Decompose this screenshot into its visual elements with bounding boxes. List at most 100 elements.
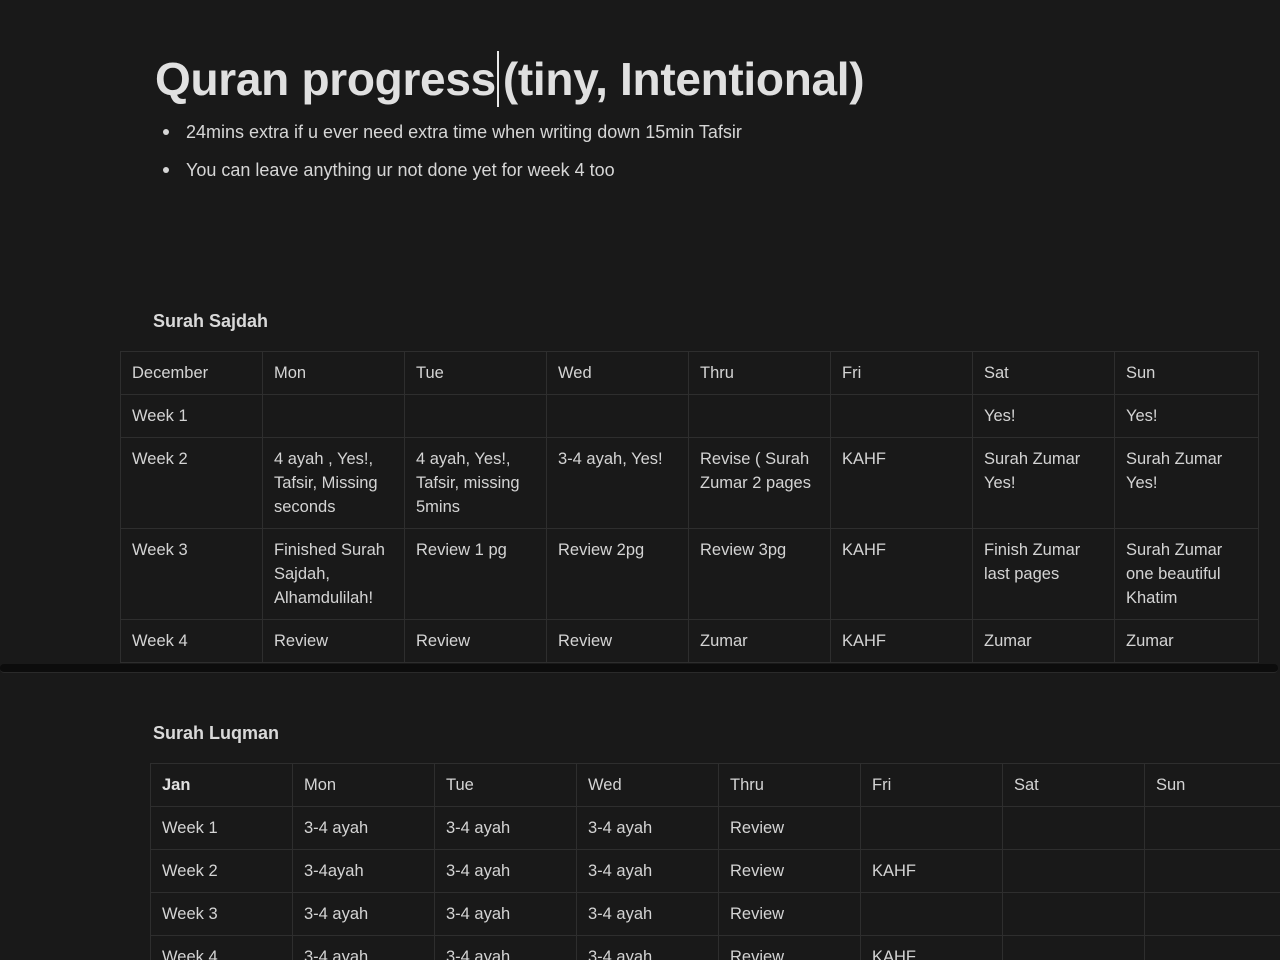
table-cell[interactable]: 3-4 ayah xyxy=(292,892,435,936)
table-cell[interactable]: 3-4 ayah xyxy=(292,806,435,850)
page-title-part2[interactable]: (tiny, Intentional) xyxy=(503,53,865,105)
table-header-cell[interactable]: Tue xyxy=(404,351,547,395)
week-label-cell[interactable]: Week 4 xyxy=(150,935,293,960)
table-cell[interactable] xyxy=(546,394,689,438)
week-label-cell[interactable]: Week 2 xyxy=(120,437,263,529)
table-cell[interactable]: Review 1 pg xyxy=(404,528,547,620)
table-cell[interactable]: 3-4 ayah, Yes! xyxy=(546,437,689,529)
table-cell[interactable] xyxy=(860,892,1003,936)
section-title-sajdah[interactable]: Surah Sajdah xyxy=(153,311,268,332)
table-header-cell[interactable]: Wed xyxy=(576,763,719,807)
table-cell[interactable]: Zumar xyxy=(972,619,1115,663)
table-cell[interactable] xyxy=(1144,849,1280,893)
section-title-luqman[interactable]: Surah Luqman xyxy=(153,723,279,744)
week-label-cell[interactable]: Week 1 xyxy=(120,394,263,438)
table-cell[interactable]: Review xyxy=(404,619,547,663)
table-row: Week 3 Finished Surah Sajdah, Alhamdulila… xyxy=(120,528,1259,620)
table-header-cell[interactable]: Mon xyxy=(262,351,405,395)
table-cell[interactable]: 4 ayah , Yes!, Tafsir, Missing seconds xyxy=(262,437,405,529)
bullet-text: 24mins extra if u ever need extra time w… xyxy=(186,122,742,142)
table-cell[interactable]: Review xyxy=(718,806,861,850)
table-cell[interactable]: KAHF xyxy=(860,935,1003,960)
table-row: Week 2 3-4ayah 3-4 ayah 3-4 ayah Review KAHF xyxy=(150,849,1280,893)
table-cell[interactable]: KAHF xyxy=(830,528,973,620)
table-cell[interactable] xyxy=(262,394,405,438)
table-cell[interactable]: Review xyxy=(262,619,405,663)
table-header-cell[interactable]: December xyxy=(120,351,263,395)
table-header-cell[interactable]: Fri xyxy=(830,351,973,395)
table-header-cell[interactable]: Tue xyxy=(434,763,577,807)
table-cell[interactable]: Review xyxy=(718,849,861,893)
table-cell[interactable]: Zumar xyxy=(688,619,831,663)
bullet-item[interactable]: You can leave anything ur not done yet f… xyxy=(160,156,742,184)
table-cell[interactable]: Review 3pg xyxy=(688,528,831,620)
week-label-cell[interactable]: Week 2 xyxy=(150,849,293,893)
table-cell[interactable] xyxy=(830,394,973,438)
week-label-cell[interactable]: Week 3 xyxy=(120,528,263,620)
table-cell[interactable]: Zumar xyxy=(1114,619,1259,663)
table-cell[interactable]: 3-4 ayah xyxy=(576,935,719,960)
table-header-cell[interactable]: Sat xyxy=(1002,763,1145,807)
table-cell[interactable]: Review xyxy=(718,892,861,936)
table-cell[interactable]: 3-4 ayah xyxy=(434,806,577,850)
week-label-cell[interactable]: Week 3 xyxy=(150,892,293,936)
text-cursor xyxy=(496,51,499,107)
scrollbar-divider[interactable] xyxy=(0,664,1278,673)
table-cell[interactable]: Surah Zumar Yes! xyxy=(1114,437,1259,529)
table-row: Week 3 3-4 ayah 3-4 ayah 3-4 ayah Review xyxy=(150,892,1280,936)
table-header-cell[interactable]: Jan xyxy=(150,763,293,807)
table-header-cell[interactable]: Sun xyxy=(1114,351,1259,395)
table-cell[interactable]: Yes! xyxy=(1114,394,1259,438)
table-cell[interactable]: KAHF xyxy=(830,619,973,663)
table-cell[interactable] xyxy=(1144,935,1280,960)
table-cell[interactable]: KAHF xyxy=(860,849,1003,893)
table-cell[interactable] xyxy=(1002,935,1145,960)
table-cell[interactable]: Review xyxy=(718,935,861,960)
table-header-cell[interactable]: Thru xyxy=(718,763,861,807)
table-cell[interactable]: 4 ayah, Yes!, Tafsir, missing 5mins xyxy=(404,437,547,529)
table-row: Week 1 Yes! Yes! xyxy=(120,394,1259,438)
table-cell[interactable]: 3-4 ayah xyxy=(576,892,719,936)
sajdah-table-body: December Mon Tue Wed Thru Fri Sat Sun Week 1 Yes!… xyxy=(120,351,1259,663)
table-header-cell[interactable]: Mon xyxy=(292,763,435,807)
table-cell[interactable]: 3-4 ayah xyxy=(292,935,435,960)
page-title[interactable]: Quran progress (tiny, Intentional) xyxy=(155,50,865,108)
week-label-cell[interactable]: Week 4 xyxy=(120,619,263,663)
table-cell[interactable]: Revise ( Surah Zumar 2 pages xyxy=(688,437,831,529)
table-cell[interactable]: 3-4 ayah xyxy=(434,935,577,960)
table-row: Week 1 3-4 ayah 3-4 ayah 3-4 ayah Review xyxy=(150,806,1280,850)
table-cell[interactable]: Finish Zumar last pages xyxy=(972,528,1115,620)
sajdah-table: December Mon Tue Wed Thru Fri Sat Sun Week 1 Yes!… xyxy=(120,351,1259,663)
table-cell[interactable] xyxy=(1002,806,1145,850)
table-cell[interactable]: 3-4ayah xyxy=(292,849,435,893)
table-cell[interactable]: Finished Surah Sajdah, Alhamdulilah! xyxy=(262,528,405,620)
table-header-cell[interactable]: Sun xyxy=(1144,763,1280,807)
table-cell[interactable] xyxy=(1002,892,1145,936)
table-cell[interactable]: 3-4 ayah xyxy=(576,849,719,893)
table-cell[interactable] xyxy=(1002,849,1145,893)
table-cell[interactable]: 3-4 ayah xyxy=(434,849,577,893)
table-cell[interactable] xyxy=(1144,806,1280,850)
table-header-cell[interactable]: Sat xyxy=(972,351,1115,395)
table-cell[interactable]: Review 2pg xyxy=(546,528,689,620)
bullet-item[interactable]: 24mins extra if u ever need extra time w… xyxy=(160,118,742,146)
table-header-cell[interactable]: Fri xyxy=(860,763,1003,807)
table-cell[interactable] xyxy=(860,806,1003,850)
table-cell[interactable]: Review xyxy=(546,619,689,663)
table-cell[interactable]: Yes! xyxy=(972,394,1115,438)
table-header-row: Jan Mon Tue Wed Thru Fri Sat Sun xyxy=(150,763,1280,807)
week-label-cell[interactable]: Week 1 xyxy=(150,806,293,850)
bullet-dot-icon xyxy=(163,167,169,173)
table-cell[interactable] xyxy=(1144,892,1280,936)
table-cell[interactable] xyxy=(688,394,831,438)
table-cell[interactable] xyxy=(404,394,547,438)
table-cell[interactable]: 3-4 ayah xyxy=(576,806,719,850)
table-header-cell[interactable]: Thru xyxy=(688,351,831,395)
table-cell[interactable]: Surah Zumar Yes! xyxy=(972,437,1115,529)
table-cell[interactable]: 3-4 ayah xyxy=(434,892,577,936)
table-header-row: December Mon Tue Wed Thru Fri Sat Sun xyxy=(120,351,1259,395)
table-header-cell[interactable]: Wed xyxy=(546,351,689,395)
table-cell[interactable]: Surah Zumar one beautiful Khatim xyxy=(1114,528,1259,620)
table-cell[interactable]: KAHF xyxy=(830,437,973,529)
page-title-part1[interactable]: Quran progress xyxy=(155,53,496,105)
